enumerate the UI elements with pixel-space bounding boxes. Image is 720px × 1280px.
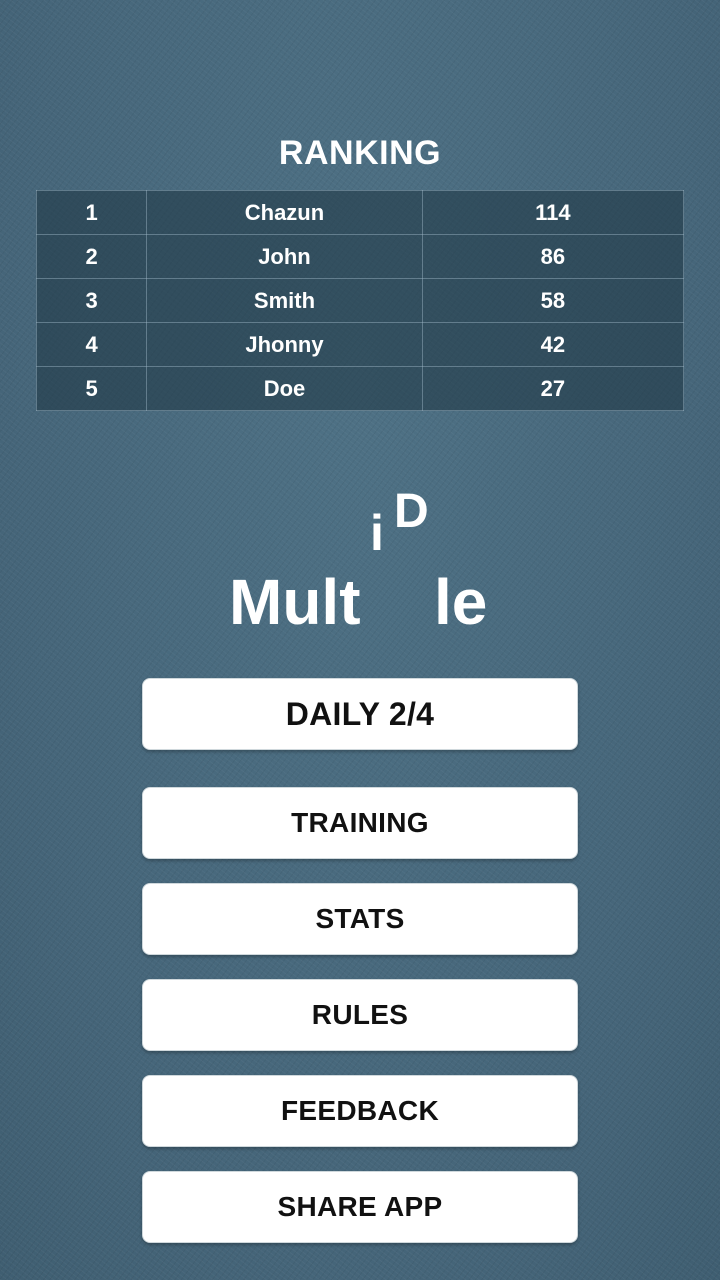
score-cell: 114 [421, 190, 685, 235]
logo-text-i: i [370, 505, 384, 561]
score-cell: 27 [421, 366, 685, 411]
rank-cell: 2 [35, 234, 148, 279]
player-name-cell: Chazun [146, 190, 423, 235]
score-cell: 58 [421, 278, 685, 323]
training-button[interactable]: TRAINING [142, 787, 578, 859]
share-app-button[interactable]: SHARE APP [142, 1171, 578, 1243]
player-name-cell: John [146, 234, 423, 279]
score-cell: 86 [421, 234, 685, 279]
score-cell: 42 [421, 322, 685, 367]
table-row: 5 Doe 27 [35, 366, 685, 411]
daily-button[interactable]: DAILY 2/4 [142, 678, 578, 750]
ranking-table: 1 Chazun 114 2 John 86 3 Smith 58 4 Jhon… [35, 190, 685, 411]
table-row: 1 Chazun 114 [35, 190, 685, 235]
player-name-cell: Smith [146, 278, 423, 323]
ranking-title: RANKING [278, 134, 442, 172]
table-row: 3 Smith 58 [35, 278, 685, 323]
rules-button[interactable]: RULES [142, 979, 578, 1051]
player-name-cell: Jhonny [146, 322, 423, 367]
rank-cell: 3 [35, 278, 148, 323]
rank-cell: 5 [35, 366, 148, 411]
logo-text-mult: Mult [229, 566, 361, 638]
player-name-cell: Doe [146, 366, 423, 411]
rank-cell: 4 [35, 322, 148, 367]
logo-text-le: le [434, 566, 488, 638]
table-row: 2 John 86 [35, 234, 685, 279]
rank-cell: 1 [35, 190, 148, 235]
stats-button[interactable]: STATS [142, 883, 578, 955]
table-row: 4 Jhonny 42 [35, 322, 685, 367]
logo-text-d: D [394, 485, 429, 538]
feedback-button[interactable]: FEEDBACK [142, 1075, 578, 1147]
